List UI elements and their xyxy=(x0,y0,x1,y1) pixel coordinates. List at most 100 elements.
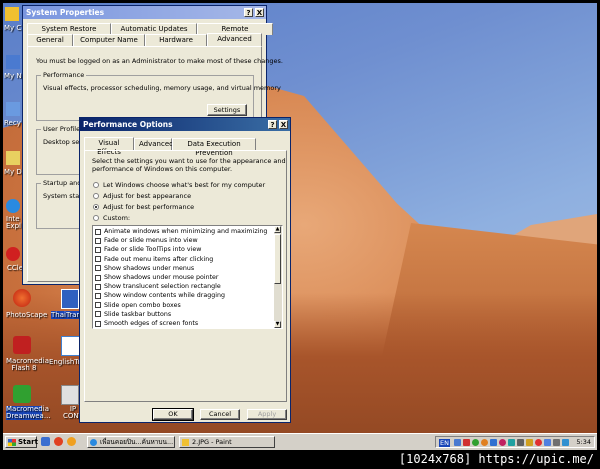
internet-explorer-icon[interactable] xyxy=(6,199,20,213)
flash-icon[interactable] xyxy=(13,336,31,354)
radio-best-appearance[interactable] xyxy=(93,193,99,199)
close-button[interactable]: X xyxy=(279,120,288,129)
effect-checkbox[interactable] xyxy=(95,246,101,253)
effect-checkbox[interactable] xyxy=(95,274,101,281)
tab-advanced[interactable]: Advanced xyxy=(134,138,174,150)
effect-checkbox[interactable] xyxy=(95,302,101,309)
effect-row[interactable]: Fade out menu items after clicking xyxy=(95,255,213,264)
list-scrollbar[interactable]: ▲ ▼ xyxy=(274,226,282,328)
tray-icon[interactable] xyxy=(535,439,542,446)
tray-icon[interactable] xyxy=(454,439,461,446)
tab-visual-effects[interactable]: Visual Effects xyxy=(84,137,134,156)
radio-custom[interactable] xyxy=(93,215,99,221)
help-button[interactable]: ? xyxy=(268,120,277,129)
tab-advanced[interactable]: Advanced xyxy=(207,33,262,46)
system-tray: EN 5:34 xyxy=(435,436,595,448)
resolution-caption: [1024x768] https://upic.me/ xyxy=(0,450,600,469)
taskbar-button-paint[interactable]: 2.JPG - Paint xyxy=(179,436,275,448)
quicklaunch-desktop-icon[interactable] xyxy=(41,437,50,446)
effect-row[interactable]: Fade or slide menus into view xyxy=(95,236,198,245)
effect-row[interactable]: Show window contents while dragging xyxy=(95,291,225,300)
task-label: เพื่อนคอยปิน...ค้นหาบน... xyxy=(100,438,174,446)
effect-row[interactable]: Slide open combo boxes xyxy=(95,301,181,310)
effect-label: Animate windows when minimizing and maxi… xyxy=(104,228,268,235)
thaitrans-icon[interactable] xyxy=(61,289,79,309)
volume-icon[interactable] xyxy=(553,439,560,446)
effect-label: Slide taskbar buttons xyxy=(104,310,172,318)
help-button[interactable]: ? xyxy=(244,8,253,17)
effect-row[interactable]: Smooth edges of screen fonts xyxy=(95,319,198,328)
tray-icon[interactable] xyxy=(499,439,506,446)
start-button[interactable]: Start xyxy=(5,436,38,448)
effect-label: Fade or slide ToolTips into view xyxy=(104,246,202,254)
performance-options-window: Performance Options ? X Visual Effects A… xyxy=(79,117,291,423)
effect-checkbox[interactable] xyxy=(95,283,101,290)
my-computer-icon[interactable] xyxy=(5,7,19,21)
effect-checkbox[interactable] xyxy=(95,256,101,263)
desktop: My C My N Recy My Do Inte Expl CCle Phot… xyxy=(3,3,597,450)
system-properties-titlebar[interactable]: System Properties ? X xyxy=(23,6,266,19)
performance-group-title: Performance xyxy=(41,71,87,79)
tray-icon[interactable] xyxy=(517,439,524,446)
apply-button[interactable]: Apply xyxy=(247,409,287,420)
englishtrans-icon[interactable] xyxy=(61,336,81,356)
effect-checkbox[interactable] xyxy=(95,292,101,299)
tray-icon[interactable] xyxy=(490,439,497,446)
windows-logo-icon xyxy=(8,439,16,446)
clock[interactable]: 5:34 xyxy=(576,438,591,447)
quicklaunch-media-icon[interactable] xyxy=(67,437,76,446)
start-label: Start xyxy=(18,438,38,446)
tray-icon[interactable] xyxy=(463,439,470,446)
dreamweaver-icon[interactable] xyxy=(13,385,31,403)
effect-label: Show window contents while dragging xyxy=(104,292,225,300)
recycle-bin-icon[interactable] xyxy=(6,102,20,116)
desktop-icon-label: Macromedia Dreamwea... xyxy=(6,405,51,420)
tray-icon[interactable] xyxy=(481,439,488,446)
effect-row[interactable]: Animate windows when minimizing and maxi… xyxy=(95,227,267,236)
performance-options-titlebar[interactable]: Performance Options ? X xyxy=(80,118,290,131)
radio-best-performance[interactable] xyxy=(93,204,99,210)
scroll-down-button[interactable]: ▼ xyxy=(274,321,281,328)
scroll-thumb[interactable] xyxy=(274,234,281,284)
desktop-icon-label: Recy xyxy=(4,119,21,127)
effect-label: Fade out menu items after clicking xyxy=(104,255,214,263)
visual-effects-list[interactable]: Animate windows when minimizing and maxi… xyxy=(92,225,283,329)
radio-let-windows-choose[interactable] xyxy=(93,182,99,188)
effect-label: Show shadows under menus xyxy=(104,264,195,272)
effect-checkbox[interactable] xyxy=(95,237,101,244)
my-network-icon[interactable] xyxy=(6,55,20,69)
close-button[interactable]: X xyxy=(255,8,264,17)
tray-icon[interactable] xyxy=(508,439,515,446)
effect-checkbox[interactable] xyxy=(95,320,101,327)
ccleaner-icon[interactable] xyxy=(6,247,20,261)
ok-button[interactable]: OK xyxy=(152,408,194,421)
radio-label: Adjust for best appearance xyxy=(103,192,192,200)
cancel-button[interactable]: Cancel xyxy=(200,409,240,420)
effect-row[interactable]: Show shadows under menus xyxy=(95,264,194,273)
my-documents-icon[interactable] xyxy=(6,151,20,165)
tab-general[interactable]: General xyxy=(27,34,73,46)
effect-checkbox[interactable] xyxy=(95,228,101,235)
quicklaunch-browser-icon[interactable] xyxy=(54,437,63,446)
tab-hardware[interactable]: Hardware xyxy=(145,34,207,46)
tray-icon[interactable] xyxy=(526,439,533,446)
tray-icon[interactable] xyxy=(544,439,551,446)
language-indicator[interactable]: EN xyxy=(439,439,450,447)
tab-computer-name[interactable]: Computer Name xyxy=(73,34,145,46)
radio-label: Let Windows choose what's best for my co… xyxy=(103,181,266,189)
tray-icon[interactable] xyxy=(472,439,479,446)
radio-label: Custom: xyxy=(103,214,131,222)
effect-row[interactable]: Slide taskbar buttons xyxy=(95,310,171,319)
tab-data-execution-prevention[interactable]: Data Execution Prevention xyxy=(172,138,256,157)
photoscape-icon[interactable] xyxy=(13,289,31,307)
ip-control-icon[interactable] xyxy=(61,385,79,405)
effect-row[interactable]: Fade or slide ToolTips into view xyxy=(95,245,201,254)
settings-button[interactable]: Settings xyxy=(207,104,247,116)
effect-row[interactable]: Show translucent selection rectangle xyxy=(95,282,221,291)
effect-checkbox[interactable] xyxy=(95,311,101,318)
taskbar-button-browser[interactable]: เพื่อนคอยปิน...ค้นหาบน... xyxy=(87,436,175,448)
network-icon[interactable] xyxy=(562,439,569,446)
effect-row[interactable]: Show shadows under mouse pointer xyxy=(95,273,219,282)
effect-checkbox[interactable] xyxy=(95,265,101,272)
scroll-up-button[interactable]: ▲ xyxy=(274,226,281,233)
